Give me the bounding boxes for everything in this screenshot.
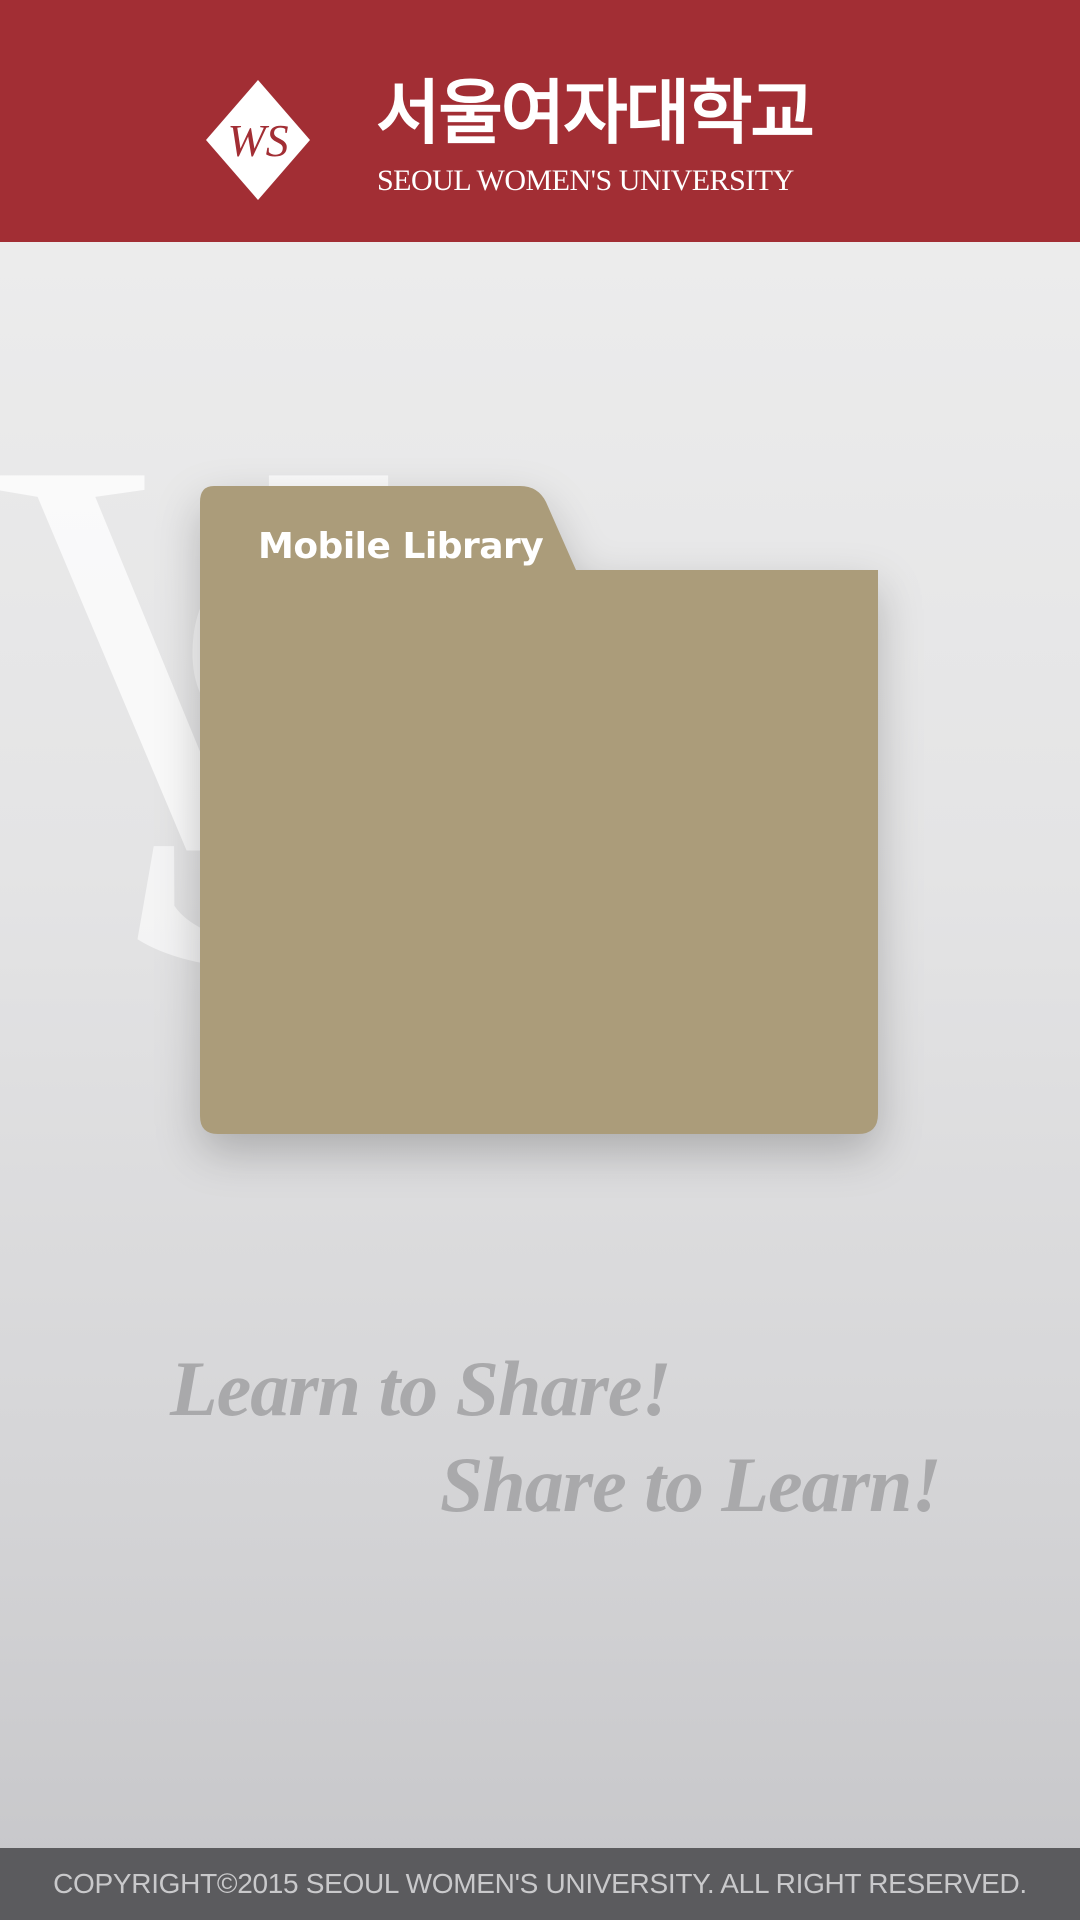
svg-text:WS: WS [227, 115, 288, 166]
mobile-library-label: Mobile Library [258, 526, 544, 567]
slogan-line-1: Learn to Share! [170, 1345, 672, 1432]
splash-screen: V S WS 서울여자대학교 SEOUL WOMEN'S UNIVERSITY … [0, 0, 1080, 1920]
header-bar: WS 서울여자대학교 SEOUL WOMEN'S UNIVERSITY [0, 0, 1080, 242]
university-name-english: SEOUL WOMEN'S UNIVERSITY [377, 164, 794, 197]
slogan-line-2: Share to Learn! [440, 1441, 942, 1528]
mobile-library-button[interactable]: Mobile Library [200, 486, 880, 1134]
university-name-korean: 서울여자대학교 [376, 72, 815, 154]
folder-icon [200, 486, 878, 1134]
footer-bar: COPYRIGHT©2015 SEOUL WOMEN'S UNIVERSITY.… [0, 1848, 1080, 1920]
copyright-text: COPYRIGHT©2015 SEOUL WOMEN'S UNIVERSITY.… [53, 1868, 1027, 1899]
university-logo-icon: WS [206, 80, 310, 200]
